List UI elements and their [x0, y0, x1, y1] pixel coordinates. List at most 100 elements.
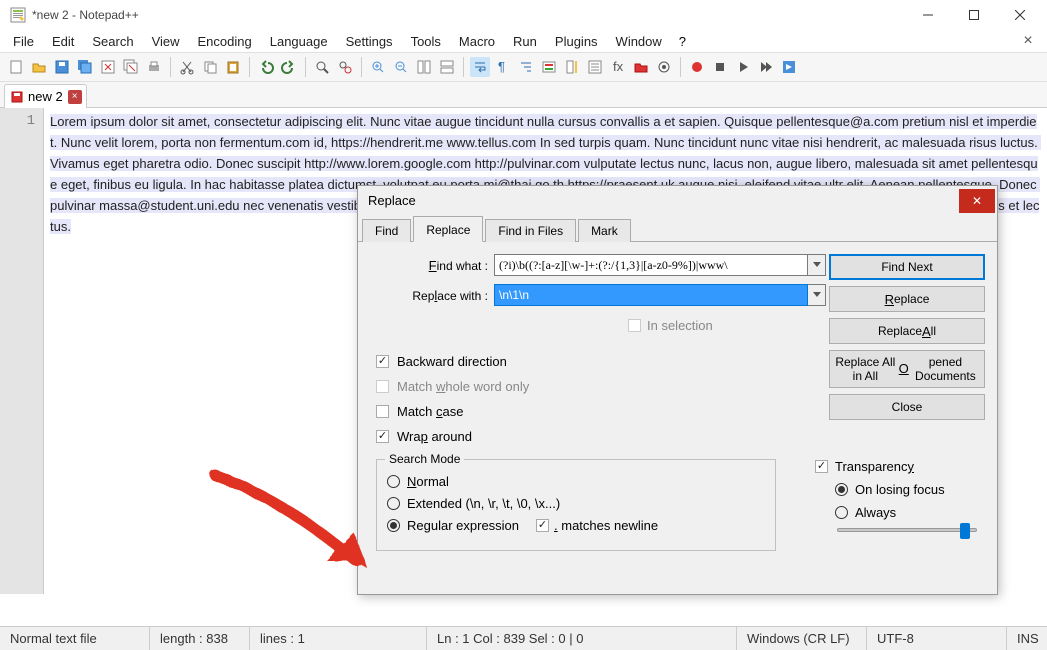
- menu-macro[interactable]: Macro: [450, 32, 504, 51]
- monitoring-icon[interactable]: [654, 57, 674, 77]
- udl-icon[interactable]: [539, 57, 559, 77]
- dialog-title-bar[interactable]: Replace ✕: [358, 186, 997, 214]
- dialog-close-button-btn[interactable]: Close: [829, 394, 985, 420]
- folder-workspace-icon[interactable]: [631, 57, 651, 77]
- menu-plugins[interactable]: Plugins: [546, 32, 607, 51]
- dialog-title: Replace: [368, 193, 416, 208]
- match-case-checkbox[interactable]: [376, 405, 389, 418]
- match-case-option[interactable]: Match case: [376, 404, 529, 419]
- tab-find[interactable]: Find: [362, 219, 411, 242]
- radio-normal[interactable]: [387, 475, 400, 488]
- print-icon[interactable]: [144, 57, 164, 77]
- menu-search[interactable]: Search: [83, 32, 142, 51]
- replace-history-dropdown[interactable]: [808, 284, 826, 306]
- play-macro-icon[interactable]: [733, 57, 753, 77]
- svg-text:fx: fx: [613, 59, 624, 74]
- transparency-losing-focus[interactable]: On losing focus: [835, 482, 985, 497]
- menu-language[interactable]: Language: [261, 32, 337, 51]
- tab-mark[interactable]: Mark: [578, 219, 631, 242]
- find-what-input[interactable]: [494, 254, 808, 276]
- wrap-checkbox[interactable]: [376, 430, 389, 443]
- undo-icon[interactable]: [256, 57, 276, 77]
- tab-find-in-files[interactable]: Find in Files: [485, 219, 576, 242]
- sync-h-icon[interactable]: [437, 57, 457, 77]
- record-macro-icon[interactable]: [687, 57, 707, 77]
- cut-icon[interactable]: [177, 57, 197, 77]
- menu-settings[interactable]: Settings: [337, 32, 402, 51]
- menu-view[interactable]: View: [143, 32, 189, 51]
- indent-guide-icon[interactable]: [516, 57, 536, 77]
- doc-map-icon[interactable]: [562, 57, 582, 77]
- find-next-button[interactable]: Find Next: [829, 254, 985, 280]
- sync-v-icon[interactable]: [414, 57, 434, 77]
- dialog-close-button[interactable]: ✕: [959, 189, 995, 213]
- word-wrap-icon[interactable]: [470, 57, 490, 77]
- func-list-icon[interactable]: fx: [608, 57, 628, 77]
- wrap-around-option[interactable]: Wrap around: [376, 429, 529, 444]
- tab-replace[interactable]: Replace: [413, 216, 483, 242]
- save-macro-icon[interactable]: [779, 57, 799, 77]
- stop-macro-icon[interactable]: [710, 57, 730, 77]
- matches-newline-option[interactable]: . matches newline: [536, 518, 658, 533]
- zoom-in-icon[interactable]: [368, 57, 388, 77]
- status-eol[interactable]: Windows (CR LF): [737, 627, 867, 650]
- replace-all-opened-button[interactable]: Replace All in All Opened Documents: [829, 350, 985, 388]
- transparency-toggle[interactable]: Transparency: [815, 459, 985, 474]
- replace-icon[interactable]: [335, 57, 355, 77]
- search-mode-normal[interactable]: Normal: [387, 474, 765, 489]
- status-file-type: Normal text file: [0, 627, 150, 650]
- search-mode-regex[interactable]: Regular expression . matches newline: [387, 518, 765, 533]
- unsaved-icon: [11, 91, 23, 103]
- save-icon[interactable]: [52, 57, 72, 77]
- close-file-icon[interactable]: [98, 57, 118, 77]
- find-what-label: Find what :: [370, 258, 494, 273]
- menu-help[interactable]: ?: [673, 32, 692, 51]
- menu-file[interactable]: File: [4, 32, 43, 51]
- close-all-icon[interactable]: [121, 57, 141, 77]
- menu-window[interactable]: Window: [607, 32, 671, 51]
- status-encoding[interactable]: UTF-8: [867, 627, 1007, 650]
- menu-bar-close-icon[interactable]: ×: [1013, 32, 1043, 50]
- transparency-always[interactable]: Always: [835, 505, 985, 520]
- menu-encoding[interactable]: Encoding: [189, 32, 261, 51]
- play-multi-icon[interactable]: [756, 57, 776, 77]
- status-insert-mode[interactable]: INS: [1007, 627, 1047, 650]
- radio-regex[interactable]: [387, 519, 400, 532]
- new-file-icon[interactable]: [6, 57, 26, 77]
- copy-icon[interactable]: [200, 57, 220, 77]
- status-position: Ln : 1 Col : 839 Sel : 0 | 0: [427, 627, 737, 650]
- backward-checkbox[interactable]: [376, 355, 389, 368]
- in-selection-option: In selection: [628, 318, 713, 333]
- show-all-chars-icon[interactable]: ¶: [493, 57, 513, 77]
- save-all-icon[interactable]: [75, 57, 95, 77]
- radio-extended[interactable]: [387, 497, 400, 510]
- backward-direction-option[interactable]: Backward direction: [376, 354, 529, 369]
- doc-list-icon[interactable]: [585, 57, 605, 77]
- transparency-slider[interactable]: [837, 528, 977, 532]
- matches-newline-checkbox[interactable]: [536, 519, 549, 532]
- close-button[interactable]: [997, 0, 1043, 30]
- replace-with-input[interactable]: [494, 284, 808, 306]
- slider-thumb[interactable]: [960, 523, 970, 539]
- find-history-dropdown[interactable]: [808, 254, 826, 276]
- document-tab[interactable]: new 2 ×: [4, 84, 87, 108]
- open-file-icon[interactable]: [29, 57, 49, 77]
- transparency-checkbox[interactable]: [815, 460, 828, 473]
- paste-icon[interactable]: [223, 57, 243, 77]
- radio-losing-focus[interactable]: [835, 483, 848, 496]
- find-icon[interactable]: [312, 57, 332, 77]
- menu-run[interactable]: Run: [504, 32, 546, 51]
- maximize-button[interactable]: [951, 0, 997, 30]
- zoom-out-icon[interactable]: [391, 57, 411, 77]
- search-mode-extended[interactable]: Extended (\n, \r, \t, \0, \x...): [387, 496, 765, 511]
- replace-button[interactable]: Replace: [829, 286, 985, 312]
- replace-all-button[interactable]: Replace All: [829, 318, 985, 344]
- redo-icon[interactable]: [279, 57, 299, 77]
- minimize-button[interactable]: [905, 0, 951, 30]
- document-tab-bar: new 2 ×: [0, 82, 1047, 108]
- radio-always[interactable]: [835, 506, 848, 519]
- menu-edit[interactable]: Edit: [43, 32, 83, 51]
- status-length: length : 838: [150, 627, 250, 650]
- menu-tools[interactable]: Tools: [402, 32, 450, 51]
- tab-close-icon[interactable]: ×: [68, 90, 82, 104]
